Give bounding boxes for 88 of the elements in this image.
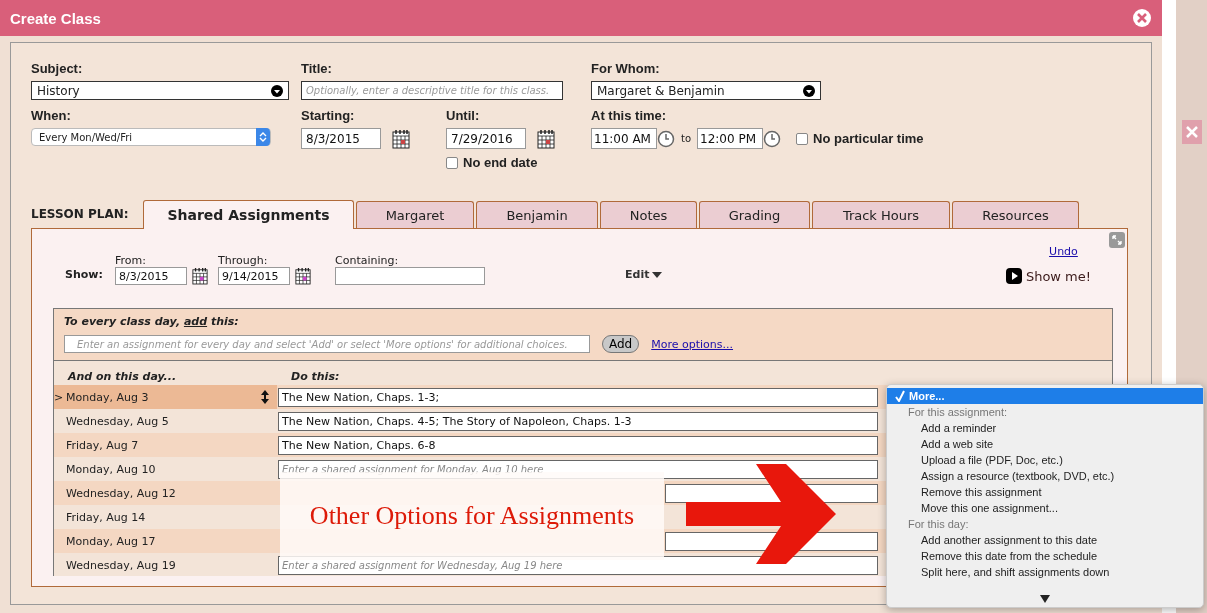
checkmark-icon: [895, 390, 905, 402]
menu-item[interactable]: Move this one assignment...: [887, 500, 1203, 516]
show-me-button[interactable]: Show me!: [1005, 268, 1091, 284]
add-button[interactable]: Add: [602, 335, 640, 353]
assignment-field[interactable]: Enter an assignment for every day and select 'Add' or select 'More options' for additional choices.: [64, 335, 590, 353]
date-field[interactable]: 8/3/2015: [115, 267, 187, 285]
checkbox-label: No end date: [463, 155, 538, 170]
edit-menu[interactable]: Edit: [625, 268, 663, 281]
tab[interactable]: Shared Assignments: [143, 200, 354, 229]
date-field[interactable]: 8/3/2015: [301, 128, 381, 149]
day-cell[interactable]: Monday, Aug 10: [54, 457, 277, 481]
time-field[interactable]: 12:00 PM: [697, 128, 764, 149]
field-label: From:: [115, 255, 147, 267]
menu-item[interactable]: Add a web site: [887, 436, 1203, 452]
close-icon[interactable]: [1132, 8, 1152, 28]
calendar-icon[interactable]: [192, 267, 208, 285]
column-header: Do this:: [291, 370, 340, 383]
drag-handle-icon[interactable]: [261, 390, 269, 404]
play-icon: [1005, 268, 1022, 284]
calendar-icon[interactable]: [295, 267, 311, 285]
containing-field[interactable]: [335, 267, 485, 285]
day-cell[interactable]: Wednesday, Aug 19: [54, 553, 277, 576]
menu-item[interactable]: More...: [887, 388, 1203, 404]
calendar-icon[interactable]: [392, 128, 410, 149]
show-label: Show:: [64, 268, 104, 281]
caret-icon: [652, 271, 663, 278]
title-field[interactable]: Optionally, enter a descriptive title for this class.: [301, 81, 563, 100]
window-title: Create Class: [10, 9, 101, 27]
subject-select[interactable]: History: [31, 81, 289, 100]
tab[interactable]: Benjamin: [476, 201, 598, 228]
close-icon: [1181, 120, 1202, 144]
assignment-field[interactable]: The New Nation, Chaps. 6-8: [278, 435, 878, 455]
menu-group-header: For this assignment:: [907, 405, 1009, 420]
clock-icon[interactable]: [763, 129, 782, 148]
section-heading: To every class day, add this:: [64, 315, 240, 328]
menu-group-header: For this day:: [907, 517, 970, 532]
clock-icon[interactable]: [657, 129, 675, 148]
to-label: to: [681, 133, 692, 144]
stepper-icon: [259, 131, 267, 143]
tab[interactable]: Notes: [600, 201, 697, 228]
menu-item[interactable]: Remove this date from the schedule: [887, 548, 1203, 564]
add-link[interactable]: add: [183, 315, 208, 328]
field-label: When:: [31, 108, 72, 123]
field-label: Title:: [301, 61, 333, 76]
checkbox-label: No particular time: [813, 131, 924, 146]
menu-item[interactable]: Assign a resource (textbook, DVD, etc.): [887, 468, 1203, 484]
tab[interactable]: Track Hours: [812, 201, 950, 228]
menu-item[interactable]: Upload a file (PDF, Doc, etc.): [887, 452, 1203, 468]
undo-link[interactable]: Undo: [1049, 245, 1078, 258]
field-label: At this time:: [591, 108, 668, 123]
menu-item[interactable]: Remove this assignment: [887, 484, 1203, 500]
day-cell[interactable]: Wednesday, Aug 5: [54, 409, 277, 433]
assignment-field[interactable]: The New Nation, Chaps. 4-5; The Story of Napoleon, Chaps. 1-3: [278, 411, 878, 431]
menu-item[interactable]: Add a reminder: [887, 420, 1203, 436]
tab[interactable]: Margaret: [356, 201, 474, 228]
day-cell[interactable]: Monday, Aug 17: [54, 529, 277, 553]
tab[interactable]: Resources: [952, 201, 1079, 228]
arrow-icon: [686, 464, 836, 564]
date-field[interactable]: 9/14/2015: [218, 267, 290, 285]
field-label: Containing:: [335, 255, 400, 267]
more-options-link[interactable]: More options...: [651, 337, 733, 351]
field-label: Until:: [446, 108, 481, 123]
expand-icon[interactable]: [1109, 232, 1125, 248]
menu-item[interactable]: Split here, and shift assignments down: [887, 564, 1203, 580]
column-header: And on this day...: [66, 370, 178, 383]
field-label: Through:: [218, 255, 269, 267]
assignment-field[interactable]: The New Nation, Chaps. 1-3;: [278, 387, 878, 407]
checkbox[interactable]: [446, 156, 458, 169]
for-whom-select[interactable]: Margaret & Benjamin: [591, 81, 821, 100]
day-cell[interactable]: Friday, Aug 14: [54, 505, 277, 529]
date-field[interactable]: 7/29/2016: [446, 128, 526, 149]
dropdown-icon: [803, 84, 815, 97]
tab[interactable]: Grading: [699, 201, 810, 228]
checkbox[interactable]: [796, 132, 809, 145]
day-cell[interactable]: Wednesday, Aug 12: [54, 481, 277, 505]
scroll-down-icon[interactable]: [1040, 595, 1050, 603]
dropdown-icon: [271, 84, 283, 97]
calendar-icon[interactable]: [537, 128, 555, 149]
when-select[interactable]: Every Mon/Wed/Fri: [31, 128, 271, 146]
menu-item[interactable]: Add another assignment to this date: [887, 532, 1203, 548]
time-field[interactable]: 11:00 AM: [591, 128, 657, 149]
field-label: Starting:: [301, 108, 356, 123]
field-label: Subject:: [31, 61, 84, 76]
day-cell[interactable]: > Monday, Aug 3: [54, 385, 277, 409]
day-cell[interactable]: Friday, Aug 7: [54, 433, 277, 457]
annotation-label: Other Options for Assignments: [280, 472, 664, 560]
field-label: For Whom:: [591, 61, 661, 76]
section-label: LESSON PLAN:: [31, 206, 130, 221]
